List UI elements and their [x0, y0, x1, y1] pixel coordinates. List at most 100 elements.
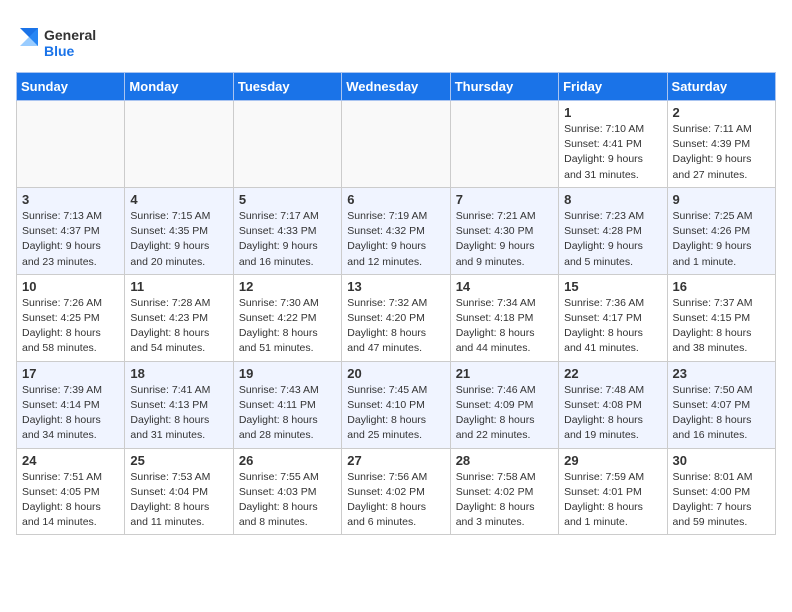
calendar-cell: 26 Sunrise: 7:55 AM Sunset: 4:03 PM Dayli…: [233, 448, 341, 535]
day-number: 24: [22, 453, 119, 468]
calendar-cell: 19 Sunrise: 7:43 AM Sunset: 4:11 PM Dayli…: [233, 361, 341, 448]
calendar-cell: 3 Sunrise: 7:13 AM Sunset: 4:37 PM Daylig…: [17, 187, 125, 274]
day-number: 22: [564, 366, 661, 381]
day-number: 21: [456, 366, 553, 381]
day-detail: Sunrise: 7:11 AM Sunset: 4:39 PM Dayligh…: [673, 122, 770, 183]
day-detail: Sunrise: 7:25 AM Sunset: 4:26 PM Dayligh…: [673, 209, 770, 270]
header: General Blue: [16, 16, 776, 64]
day-detail: Sunrise: 7:48 AM Sunset: 4:08 PM Dayligh…: [564, 383, 661, 444]
day-detail: Sunrise: 7:32 AM Sunset: 4:20 PM Dayligh…: [347, 296, 444, 357]
day-detail: Sunrise: 7:17 AM Sunset: 4:33 PM Dayligh…: [239, 209, 336, 270]
day-detail: Sunrise: 7:53 AM Sunset: 4:04 PM Dayligh…: [130, 470, 227, 531]
calendar-week-row: 10 Sunrise: 7:26 AM Sunset: 4:25 PM Dayli…: [17, 274, 776, 361]
day-detail: Sunrise: 7:59 AM Sunset: 4:01 PM Dayligh…: [564, 470, 661, 531]
day-detail: Sunrise: 7:28 AM Sunset: 4:23 PM Dayligh…: [130, 296, 227, 357]
calendar-header-tuesday: Tuesday: [233, 73, 341, 101]
calendar-header-thursday: Thursday: [450, 73, 558, 101]
day-number: 25: [130, 453, 227, 468]
calendar-cell: 11 Sunrise: 7:28 AM Sunset: 4:23 PM Dayli…: [125, 274, 233, 361]
day-detail: Sunrise: 8:01 AM Sunset: 4:00 PM Dayligh…: [673, 470, 770, 531]
day-number: 18: [130, 366, 227, 381]
calendar-header-monday: Monday: [125, 73, 233, 101]
day-number: 8: [564, 192, 661, 207]
calendar-cell: 29 Sunrise: 7:59 AM Sunset: 4:01 PM Dayli…: [559, 448, 667, 535]
day-detail: Sunrise: 7:13 AM Sunset: 4:37 PM Dayligh…: [22, 209, 119, 270]
day-number: 30: [673, 453, 770, 468]
day-number: 9: [673, 192, 770, 207]
calendar-cell: 1Sunrise: 7:10 AM Sunset: 4:41 PM Daylig…: [559, 101, 667, 188]
calendar-cell: 17Sunrise: 7:39 AM Sunset: 4:14 PM Dayli…: [17, 361, 125, 448]
day-detail: Sunrise: 7:37 AM Sunset: 4:15 PM Dayligh…: [673, 296, 770, 357]
day-detail: Sunrise: 7:51 AM Sunset: 4:05 PM Dayligh…: [22, 470, 119, 531]
calendar-cell: 10 Sunrise: 7:26 AM Sunset: 4:25 PM Dayli…: [17, 274, 125, 361]
day-detail: Sunrise: 7:26 AM Sunset: 4:25 PM Dayligh…: [22, 296, 119, 357]
calendar-week-row: 24 Sunrise: 7:51 AM Sunset: 4:05 PM Dayli…: [17, 448, 776, 535]
calendar-cell: [125, 101, 233, 188]
day-detail: Sunrise: 7:21 AM Sunset: 4:30 PM Dayligh…: [456, 209, 553, 270]
calendar-cell: 2 Sunrise: 7:11 AM Sunset: 4:39 PM Daylig…: [667, 101, 775, 188]
day-detail: Sunrise: 7:15 AM Sunset: 4:35 PM Dayligh…: [130, 209, 227, 270]
calendar-cell: 4 Sunrise: 7:15 AM Sunset: 4:35 PM Daylig…: [125, 187, 233, 274]
day-number: 4: [130, 192, 227, 207]
calendar-cell: [450, 101, 558, 188]
day-number: 2: [673, 105, 770, 120]
calendar-cell: 5 Sunrise: 7:17 AM Sunset: 4:33 PM Daylig…: [233, 187, 341, 274]
day-detail: Sunrise: 7:58 AM Sunset: 4:02 PM Dayligh…: [456, 470, 553, 531]
svg-text:Blue: Blue: [44, 43, 75, 59]
calendar-cell: 27Sunrise: 7:56 AM Sunset: 4:02 PM Dayli…: [342, 448, 450, 535]
day-number: 6: [347, 192, 444, 207]
calendar-cell: [233, 101, 341, 188]
day-detail: Sunrise: 7:41 AM Sunset: 4:13 PM Dayligh…: [130, 383, 227, 444]
calendar-header-sunday: Sunday: [17, 73, 125, 101]
calendar-cell: 12 Sunrise: 7:30 AM Sunset: 4:22 PM Dayli…: [233, 274, 341, 361]
day-number: 1: [564, 105, 661, 120]
day-detail: Sunrise: 7:55 AM Sunset: 4:03 PM Dayligh…: [239, 470, 336, 531]
day-detail: Sunrise: 7:56 AM Sunset: 4:02 PM Dayligh…: [347, 470, 444, 531]
day-number: 23: [673, 366, 770, 381]
day-number: 16: [673, 279, 770, 294]
day-number: 10: [22, 279, 119, 294]
calendar-cell: 30 Sunrise: 8:01 AM Sunset: 4:00 PM Dayli…: [667, 448, 775, 535]
calendar-header-saturday: Saturday: [667, 73, 775, 101]
calendar-cell: 7 Sunrise: 7:21 AM Sunset: 4:30 PM Daylig…: [450, 187, 558, 274]
calendar-cell: [342, 101, 450, 188]
calendar-week-row: 1Sunrise: 7:10 AM Sunset: 4:41 PM Daylig…: [17, 101, 776, 188]
svg-text:General: General: [44, 27, 96, 43]
day-detail: Sunrise: 7:50 AM Sunset: 4:07 PM Dayligh…: [673, 383, 770, 444]
calendar-cell: 6 Sunrise: 7:19 AM Sunset: 4:32 PM Daylig…: [342, 187, 450, 274]
calendar-table: SundayMondayTuesdayWednesdayThursdayFrid…: [16, 72, 776, 535]
calendar-week-row: 17Sunrise: 7:39 AM Sunset: 4:14 PM Dayli…: [17, 361, 776, 448]
day-number: 28: [456, 453, 553, 468]
calendar-cell: 13 Sunrise: 7:32 AM Sunset: 4:20 PM Dayli…: [342, 274, 450, 361]
day-detail: Sunrise: 7:23 AM Sunset: 4:28 PM Dayligh…: [564, 209, 661, 270]
calendar-header-friday: Friday: [559, 73, 667, 101]
day-detail: Sunrise: 7:39 AM Sunset: 4:14 PM Dayligh…: [22, 383, 119, 444]
day-number: 13: [347, 279, 444, 294]
day-number: 15: [564, 279, 661, 294]
day-number: 19: [239, 366, 336, 381]
day-number: 3: [22, 192, 119, 207]
calendar-cell: 21Sunrise: 7:46 AM Sunset: 4:09 PM Dayli…: [450, 361, 558, 448]
day-number: 7: [456, 192, 553, 207]
calendar-cell: 9 Sunrise: 7:25 AM Sunset: 4:26 PM Daylig…: [667, 187, 775, 274]
day-number: 12: [239, 279, 336, 294]
calendar-header-wednesday: Wednesday: [342, 73, 450, 101]
calendar-cell: 18 Sunrise: 7:41 AM Sunset: 4:13 PM Dayli…: [125, 361, 233, 448]
calendar-cell: 22 Sunrise: 7:48 AM Sunset: 4:08 PM Dayli…: [559, 361, 667, 448]
calendar-cell: 24 Sunrise: 7:51 AM Sunset: 4:05 PM Dayli…: [17, 448, 125, 535]
calendar-cell: 28 Sunrise: 7:58 AM Sunset: 4:02 PM Dayli…: [450, 448, 558, 535]
day-detail: Sunrise: 7:30 AM Sunset: 4:22 PM Dayligh…: [239, 296, 336, 357]
day-detail: Sunrise: 7:43 AM Sunset: 4:11 PM Dayligh…: [239, 383, 336, 444]
day-detail: Sunrise: 7:45 AM Sunset: 4:10 PM Dayligh…: [347, 383, 444, 444]
calendar-cell: 20Sunrise: 7:45 AM Sunset: 4:10 PM Dayli…: [342, 361, 450, 448]
day-detail: Sunrise: 7:36 AM Sunset: 4:17 PM Dayligh…: [564, 296, 661, 357]
calendar-cell: [17, 101, 125, 188]
calendar-cell: 16 Sunrise: 7:37 AM Sunset: 4:15 PM Dayli…: [667, 274, 775, 361]
day-detail: Sunrise: 7:19 AM Sunset: 4:32 PM Dayligh…: [347, 209, 444, 270]
day-number: 26: [239, 453, 336, 468]
logo: General Blue: [16, 20, 106, 64]
day-number: 11: [130, 279, 227, 294]
day-number: 29: [564, 453, 661, 468]
day-number: 5: [239, 192, 336, 207]
calendar-header-row: SundayMondayTuesdayWednesdayThursdayFrid…: [17, 73, 776, 101]
